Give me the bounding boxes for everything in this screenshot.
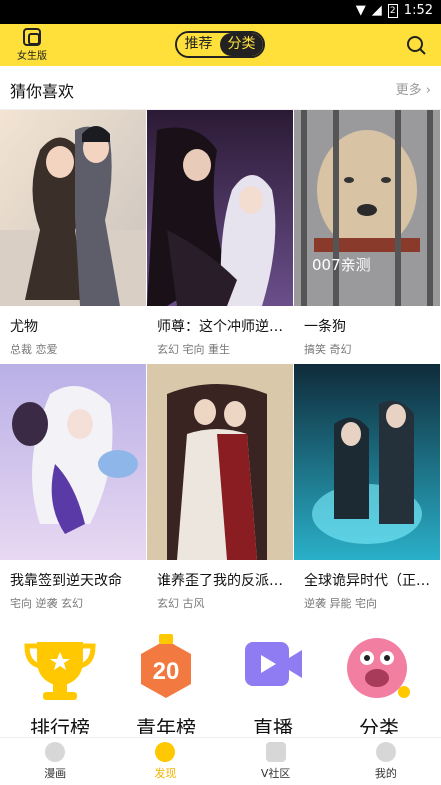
comic-title: 我靠签到逆天改命 bbox=[10, 573, 122, 589]
comic-tags: 搞笑 奇幻 bbox=[304, 343, 352, 356]
section-header: 猜你喜欢 更多 › bbox=[0, 66, 441, 110]
more-link[interactable]: 更多 › bbox=[396, 79, 431, 98]
tab-label: 我的 bbox=[374, 767, 397, 780]
comic-card[interactable]: 谁养歪了我的反派… 玄幻 古风 bbox=[147, 364, 293, 611]
tab-discover[interactable]: 发现 bbox=[110, 738, 220, 785]
comic-card[interactable]: 师尊：这个冲师逆… 玄幻 宅向 重生 bbox=[147, 110, 293, 357]
quick-entries: 排行榜 20 青年榜 直播 分类 bbox=[0, 628, 441, 738]
comic-title: 谁养歪了我的反派… bbox=[157, 573, 283, 589]
female-version-button[interactable]: 女生版 bbox=[14, 28, 50, 62]
clock: 1:52 bbox=[403, 3, 433, 18]
female-version-label: 女生版 bbox=[17, 51, 47, 62]
entry-category[interactable]: 分类 bbox=[334, 628, 424, 734]
youth-badge-icon: 20 bbox=[141, 634, 191, 698]
entry-label: 排行榜 bbox=[30, 716, 90, 734]
comic-card[interactable]: 尤物 总裁 恋爱 bbox=[0, 110, 146, 357]
bottom-tab-bar: 漫画 发现 V社区 我的 bbox=[0, 737, 441, 785]
home-icon bbox=[45, 742, 66, 762]
tab-label: 发现 bbox=[154, 767, 177, 780]
segment-category[interactable]: 分类 bbox=[220, 33, 263, 56]
video-icon bbox=[245, 642, 302, 686]
comic-tags: 宅向 逆袭 玄幻 bbox=[10, 597, 83, 610]
comic-cover[interactable] bbox=[0, 364, 146, 560]
comic-tags: 逆袭 异能 宅向 bbox=[304, 597, 377, 610]
more-label: 更多 bbox=[395, 83, 422, 98]
comic-card[interactable]: 007亲测 一条狗 搞笑 奇幻 bbox=[294, 110, 440, 357]
compass-icon bbox=[155, 742, 176, 762]
svg-text:20: 20 bbox=[153, 658, 180, 685]
comic-title: 尤物 bbox=[10, 319, 38, 335]
community-icon bbox=[265, 742, 286, 762]
female-version-icon bbox=[23, 28, 41, 46]
entry-label: 直播 bbox=[253, 716, 293, 734]
tab-community[interactable]: V社区 bbox=[221, 738, 331, 785]
category-face-icon bbox=[347, 638, 410, 698]
comic-cover[interactable] bbox=[0, 110, 146, 306]
comic-cover-text: 007亲测 bbox=[312, 256, 371, 274]
battery-icon: 2 bbox=[387, 3, 398, 18]
entry-live[interactable]: 直播 bbox=[228, 628, 318, 734]
comic-cover[interactable] bbox=[147, 110, 293, 306]
entry-youth[interactable]: 20 青年榜 bbox=[121, 628, 211, 734]
comic-cover[interactable] bbox=[147, 364, 293, 560]
trophy-icon bbox=[24, 642, 96, 700]
comic-tags: 玄幻 宅向 重生 bbox=[157, 343, 230, 356]
wifi-icon: ▼ bbox=[355, 3, 366, 18]
section-title: 猜你喜欢 bbox=[10, 82, 75, 101]
tab-label: V社区 bbox=[260, 767, 291, 780]
tab-profile[interactable]: 我的 bbox=[331, 738, 441, 785]
tab-label: 漫画 bbox=[44, 767, 67, 780]
comic-title: 师尊：这个冲师逆… bbox=[157, 319, 283, 335]
segment-switch[interactable]: 推荐 分类 bbox=[175, 31, 265, 58]
tab-comics[interactable]: 漫画 bbox=[0, 738, 110, 785]
status-bar: ▼ ◢ 2 1:52 bbox=[0, 0, 441, 24]
segment-recommend[interactable]: 推荐 bbox=[177, 33, 220, 56]
comic-cover[interactable] bbox=[294, 364, 440, 560]
comic-tags: 玄幻 古风 bbox=[157, 597, 205, 610]
chevron-right-icon: › bbox=[425, 83, 431, 98]
comic-title: 一条狗 bbox=[304, 319, 346, 335]
entry-ranking[interactable]: 排行榜 bbox=[15, 628, 105, 734]
comic-cover[interactable]: 007亲测 bbox=[294, 110, 440, 306]
profile-icon bbox=[375, 742, 396, 762]
entry-label: 分类 bbox=[359, 716, 399, 734]
comic-card[interactable]: 我靠签到逆天改命 宅向 逆袭 玄幻 bbox=[0, 364, 146, 611]
top-bar: 女生版 推荐 分类 bbox=[0, 24, 441, 66]
signal-icon: ◢ bbox=[371, 3, 382, 18]
entry-label: 青年榜 bbox=[136, 716, 196, 734]
comic-title: 全球诡异时代（正… bbox=[304, 573, 430, 589]
comic-card[interactable]: 全球诡异时代（正… 逆袭 异能 宅向 bbox=[294, 364, 440, 611]
comic-tags: 总裁 恋爱 bbox=[10, 343, 58, 356]
search-icon[interactable] bbox=[405, 34, 427, 56]
